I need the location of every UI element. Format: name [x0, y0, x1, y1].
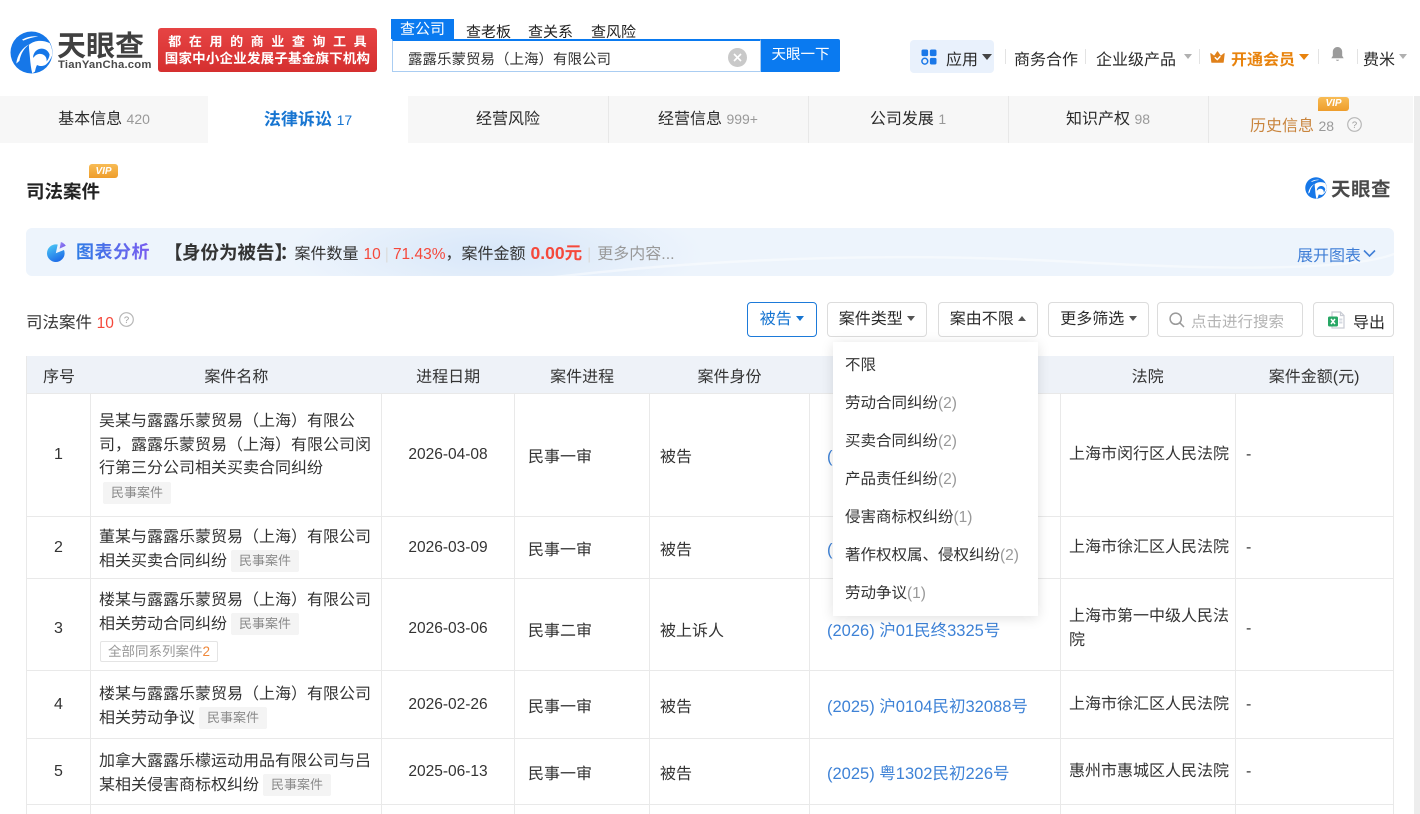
svg-text:?: ?: [124, 315, 129, 326]
svg-text:?: ?: [1352, 120, 1357, 131]
